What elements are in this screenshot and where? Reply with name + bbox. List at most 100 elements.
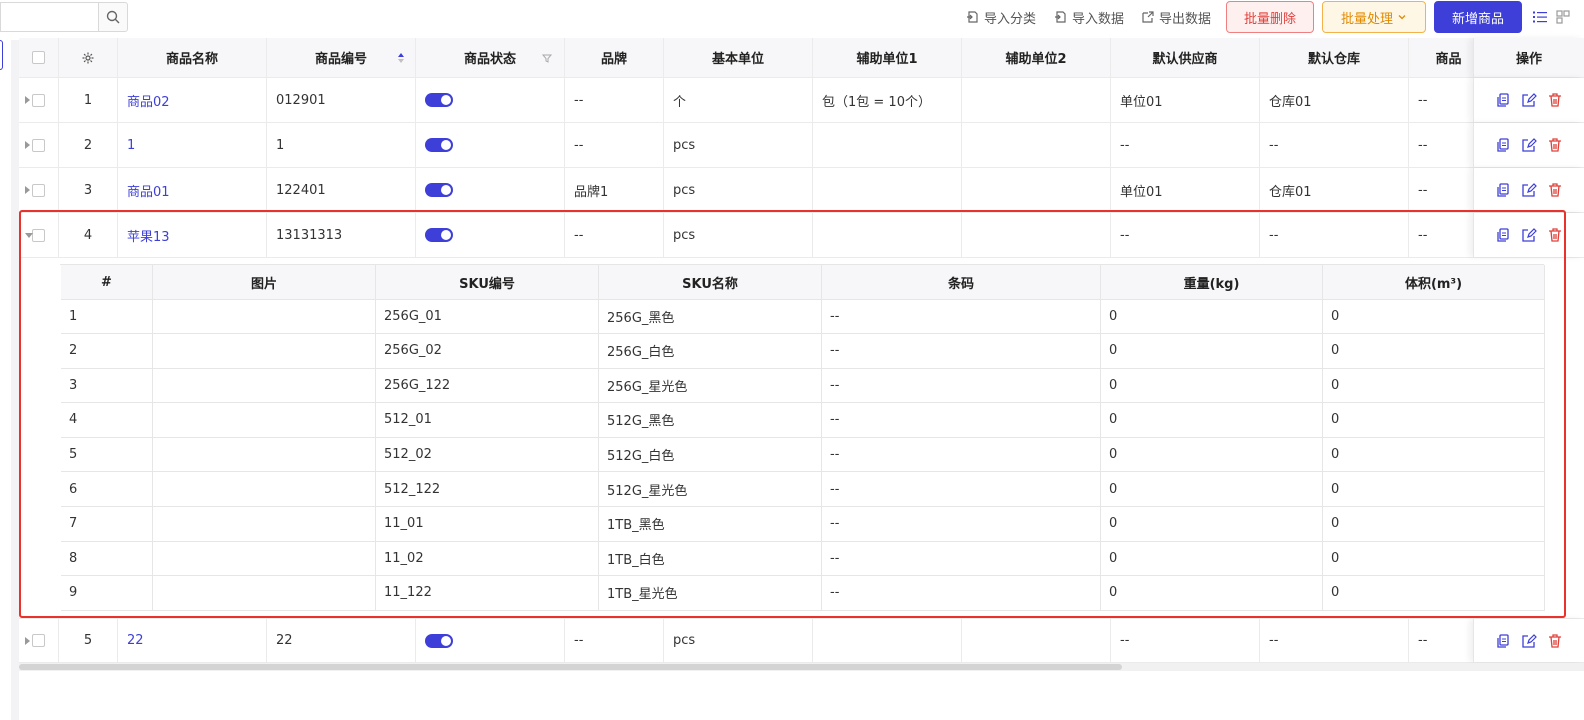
sku-volume: 0	[1323, 368, 1545, 403]
col-brand[interactable]: 品牌	[565, 38, 664, 77]
sku-num: 1	[61, 299, 153, 333]
add-product-button[interactable]: 新增商品	[1434, 1, 1522, 33]
sku-table: # 图片 SKU编号 SKU名称 条码 重量(kg) 体积(m³) 1 256G_…	[60, 264, 1545, 611]
sku-num: 2	[61, 333, 153, 368]
status-toggle[interactable]	[425, 93, 453, 107]
sku-barcode: --	[822, 437, 1101, 472]
import-data-link[interactable]: 导入数据	[1054, 7, 1124, 27]
sku-col-name: SKU名称	[599, 265, 822, 299]
edit-icon[interactable]	[1521, 137, 1537, 153]
sku-name: 256G_黑色	[599, 299, 822, 333]
product-code: 22	[267, 619, 416, 662]
expand-arrow-icon[interactable]	[25, 636, 30, 645]
col-actions: 操作	[1473, 38, 1584, 77]
sku-weight: 0	[1101, 575, 1323, 610]
row-checkbox[interactable]	[32, 183, 45, 197]
sku-row: 5 512_02 512G_白色 -- 0 0	[61, 437, 1545, 473]
copy-icon[interactable]	[1495, 182, 1511, 198]
copy-icon[interactable]	[1495, 633, 1511, 649]
delete-icon[interactable]	[1547, 633, 1563, 649]
sku-name: 512G_白色	[599, 437, 822, 472]
sku-row: 8 11_02 1TB_白色 -- 0 0	[61, 541, 1545, 577]
unit: pcs	[664, 123, 813, 167]
row-actions	[1473, 78, 1584, 122]
sku-volume: 0	[1323, 437, 1545, 472]
export-data-link[interactable]: 导出数据	[1141, 7, 1211, 27]
row-checkbox[interactable]	[32, 138, 45, 152]
sku-volume: 0	[1323, 472, 1545, 506]
row-actions	[1473, 619, 1584, 662]
status-toggle[interactable]	[425, 183, 453, 197]
batch-delete-button[interactable]: 批量删除	[1226, 1, 1314, 33]
sku-num: 3	[61, 368, 153, 403]
select-all-checkbox[interactable]	[32, 51, 45, 64]
product-name-link[interactable]: 1	[118, 123, 267, 167]
search-input[interactable]	[0, 2, 98, 32]
table-row[interactable]: 2 1 1 -- pcs -- -- --	[19, 123, 1584, 168]
sku-image	[153, 437, 376, 472]
col-aux1[interactable]: 辅助单位1	[813, 38, 962, 77]
product-name-link[interactable]: 商品01	[118, 168, 267, 212]
search-button[interactable]	[98, 2, 128, 32]
aux-unit-1: 包（1包 = 10个）	[813, 78, 962, 122]
table-row[interactable]: 5 22 22 -- pcs -- -- --	[19, 618, 1584, 663]
export-icon	[1142, 11, 1154, 23]
edit-icon[interactable]	[1521, 182, 1537, 198]
col-warehouse[interactable]: 默认仓库	[1260, 38, 1409, 77]
row-checkbox[interactable]	[32, 93, 45, 107]
sku-name: 256G_白色	[599, 333, 822, 368]
product-code: 1	[267, 123, 416, 167]
row-index: 5	[59, 619, 118, 662]
col-code[interactable]: 商品编号	[267, 38, 416, 77]
sku-row: 3 256G_122 256G_星光色 -- 0 0	[61, 368, 1545, 404]
col-supplier[interactable]: 默认供应商	[1111, 38, 1260, 77]
col-status-label: 商品状态	[463, 52, 516, 67]
import-category-link[interactable]: 导入分类	[966, 7, 1036, 27]
horizontal-scrollbar[interactable]	[19, 663, 1584, 671]
aux-unit-2	[962, 168, 1111, 212]
col-name[interactable]: 商品名称	[118, 38, 267, 77]
sku-code: 512_02	[376, 437, 599, 472]
export-data-label: 导出数据	[1159, 11, 1212, 27]
delete-icon[interactable]	[1547, 182, 1563, 198]
edit-icon[interactable]	[1521, 92, 1537, 108]
expand-arrow-icon[interactable]	[25, 186, 30, 194]
supplier: 单位01	[1111, 168, 1260, 212]
expand-arrow-icon[interactable]	[25, 141, 30, 149]
row-checkbox[interactable]	[32, 634, 45, 647]
col-status[interactable]: 商品状态	[416, 38, 565, 77]
grid-view-icon[interactable]	[1556, 9, 1570, 25]
expand-arrow-icon[interactable]	[25, 96, 30, 104]
sort-icon[interactable]	[397, 51, 405, 65]
copy-icon[interactable]	[1495, 137, 1511, 153]
sku-code: 256G_01	[376, 299, 599, 333]
delete-icon[interactable]	[1547, 137, 1563, 153]
product-name-link[interactable]: 22	[118, 619, 267, 662]
delete-icon[interactable]	[1547, 92, 1563, 108]
filter-icon[interactable]	[542, 53, 552, 63]
import-icon	[967, 11, 978, 23]
sku-code: 11_02	[376, 541, 599, 576]
edit-icon[interactable]	[1521, 633, 1537, 649]
col-unit[interactable]: 基本单位	[664, 38, 813, 77]
scrollbar-thumb[interactable]	[19, 664, 1122, 670]
warehouse: 仓库01	[1260, 78, 1409, 122]
sku-image	[153, 402, 376, 437]
batch-process-button[interactable]: 批量处理	[1322, 1, 1426, 33]
product-name-link[interactable]: 商品02	[118, 78, 267, 122]
side-panel-toggle[interactable]	[0, 40, 3, 70]
table-header: 商品名称 商品编号 商品状态 品牌 基本单位 辅助单位1 辅助单位2 默认供应商…	[19, 38, 1584, 78]
row-index: 2	[59, 123, 118, 167]
col-aux2[interactable]: 辅助单位2	[962, 38, 1111, 77]
add-product-label: 新增商品	[1451, 11, 1504, 27]
status-toggle[interactable]	[425, 633, 453, 648]
import-data-label: 导入数据	[1072, 11, 1125, 27]
list-view-icon[interactable]	[1532, 9, 1548, 25]
sku-num: 9	[61, 575, 153, 610]
table-row[interactable]: 3 商品01 122401 品牌1 pcs 单位01 仓库01 --	[19, 168, 1584, 213]
sku-volume: 0	[1323, 402, 1545, 437]
copy-icon[interactable]	[1495, 92, 1511, 108]
settings-gear-icon[interactable]	[81, 51, 95, 65]
status-toggle[interactable]	[425, 138, 453, 152]
table-row[interactable]: 1 商品02 012901 -- 个 包（1包 = 10个） 单位01 仓库01…	[19, 78, 1584, 123]
